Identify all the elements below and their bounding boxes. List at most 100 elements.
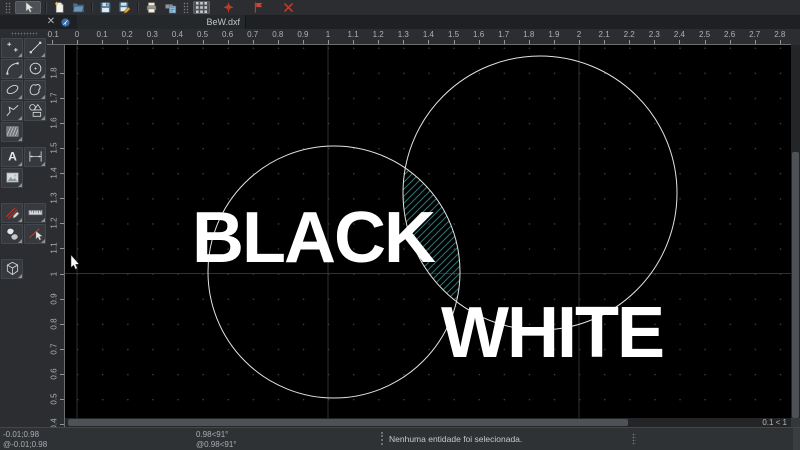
relative-coordinates: @-0.01;0.98 xyxy=(3,440,47,449)
spline-icon xyxy=(28,82,43,97)
hatch-tool[interactable] xyxy=(1,122,23,142)
select-tool-button[interactable] xyxy=(15,1,41,14)
print-icon xyxy=(145,1,158,14)
v-ruler-label: 1.1 xyxy=(50,243,59,254)
white-text-entity[interactable]: WHITE xyxy=(441,293,663,373)
save-button[interactable] xyxy=(97,1,114,14)
order-icon xyxy=(5,226,20,241)
modify-tool[interactable] xyxy=(1,203,23,223)
vertical-scrollbar[interactable] xyxy=(791,45,800,418)
grid-status: 0.1 < 1 xyxy=(762,418,787,427)
solid-3d-tool[interactable] xyxy=(1,259,23,279)
h-ruler-label: 2.1 xyxy=(599,30,610,39)
select-entity-tool[interactable] xyxy=(24,224,46,244)
horizontal-scrollbar-thumb[interactable] xyxy=(68,419,628,426)
image-icon xyxy=(5,170,20,185)
text-tool[interactable]: A xyxy=(1,147,23,167)
command-message: Nenhuma entidade foi selecionada. xyxy=(389,434,522,444)
h-ruler-label: 0.7 xyxy=(247,30,258,39)
ellipse-icon xyxy=(5,82,20,97)
h-ruler-label: 2.4 xyxy=(674,30,685,39)
v-ruler-label: 1.2 xyxy=(50,218,59,229)
v-ruler-tick xyxy=(60,424,64,425)
resize-grip[interactable] xyxy=(793,428,800,450)
h-ruler-tick xyxy=(554,40,555,44)
v-ruler-tick xyxy=(60,173,64,174)
scrollbar-corner xyxy=(791,418,800,427)
arcs-tool[interactable] xyxy=(1,59,23,79)
h-ruler-label: 0.2 xyxy=(122,30,133,39)
v-ruler-label: 1.8 xyxy=(50,67,59,78)
v-ruler-label: 0.5 xyxy=(50,393,59,404)
draft-mode-button[interactable] xyxy=(220,1,237,14)
h-ruler-tick xyxy=(454,40,455,44)
vertical-ruler: 1.81.71.61.51.41.31.21.110.90.80.70.60.5… xyxy=(47,45,65,427)
polylines-tool[interactable] xyxy=(1,101,23,121)
h-ruler-tick xyxy=(303,40,304,44)
new-file-button[interactable] xyxy=(51,1,68,14)
statusbar-drag-handle[interactable] xyxy=(632,433,636,445)
toolbar-separator xyxy=(137,2,139,13)
h-ruler-label: 2.2 xyxy=(624,30,635,39)
black-text-entity[interactable]: BLACK xyxy=(192,198,436,278)
splines-tool[interactable] xyxy=(24,80,46,100)
shapes-tool[interactable] xyxy=(24,101,46,121)
circles-tool[interactable] xyxy=(24,59,46,79)
tab-title: BeW.dxf xyxy=(206,17,245,27)
h-ruler-tick xyxy=(428,40,429,44)
close-tab-icon[interactable]: ✕ xyxy=(46,17,56,27)
toolbar-drag-handle[interactable] xyxy=(5,2,11,13)
order-tool[interactable] xyxy=(1,224,23,244)
tool-row: A xyxy=(0,146,47,167)
grid-toggle-button[interactable] xyxy=(193,1,210,14)
tool-row xyxy=(0,100,47,121)
h-ruler-tick xyxy=(102,40,103,44)
tool-row xyxy=(0,202,47,223)
horizontal-scrollbar[interactable]: 0.1 < 1 xyxy=(65,418,791,427)
print-preview-button[interactable] xyxy=(162,1,179,14)
points-tool[interactable] xyxy=(1,38,23,58)
print-button[interactable] xyxy=(143,1,160,14)
h-ruler-tick xyxy=(705,40,706,44)
v-ruler-tick xyxy=(60,223,64,224)
dimensions-tool[interactable] xyxy=(24,147,46,167)
h-ruler-label: 1.2 xyxy=(373,30,384,39)
save-as-button[interactable] xyxy=(116,1,133,14)
save-icon xyxy=(99,1,112,14)
drawing-canvas[interactable]: BLACK WHITE xyxy=(65,45,791,418)
entity-visibility-button[interactable] xyxy=(280,1,297,14)
h-ruler-label: 2 xyxy=(577,30,581,39)
v-ruler-tick xyxy=(60,98,64,99)
save-as-icon xyxy=(118,1,131,14)
circle-icon xyxy=(28,61,43,76)
ellipses-tool[interactable] xyxy=(1,80,23,100)
h-ruler-label: 1.5 xyxy=(448,30,459,39)
open-file-button[interactable] xyxy=(70,1,87,14)
h-ruler-tick xyxy=(730,40,731,44)
toolbar-drag-handle[interactable] xyxy=(11,32,37,36)
tool-row xyxy=(0,258,47,279)
h-ruler-label: 0.6 xyxy=(222,30,233,39)
construction-toggle-button[interactable] xyxy=(250,1,267,14)
toolbar-separator xyxy=(45,2,47,13)
h-ruler-tick xyxy=(755,40,756,44)
v-ruler-label: 1.7 xyxy=(50,92,59,103)
status-bar: -0.01;0.98 @-0.01;0.98 0.98<91° @0.98<91… xyxy=(0,427,800,450)
h-ruler-label: 1.1 xyxy=(348,30,359,39)
v-ruler-tick xyxy=(60,248,64,249)
toolbar-spacer xyxy=(0,244,47,258)
toolbar-drag-handle[interactable] xyxy=(183,2,189,13)
tool-row xyxy=(0,58,47,79)
h-ruler-label: 0 xyxy=(75,30,79,39)
tab-bew-dxf[interactable]: BeW.dxf xyxy=(77,15,246,29)
measure-tool[interactable] xyxy=(24,203,46,223)
lines-tool[interactable] xyxy=(24,38,46,58)
statusbar-splitter[interactable] xyxy=(381,432,383,445)
vertical-scrollbar-thumb[interactable] xyxy=(792,152,799,418)
h-ruler-tick xyxy=(654,40,655,44)
h-ruler-tick xyxy=(77,40,78,44)
v-ruler-label: 1 xyxy=(50,271,59,275)
absolute-polar-coordinates: 0.98<91° xyxy=(196,430,228,439)
image-tool[interactable] xyxy=(1,168,23,188)
h-ruler-tick xyxy=(52,40,53,44)
